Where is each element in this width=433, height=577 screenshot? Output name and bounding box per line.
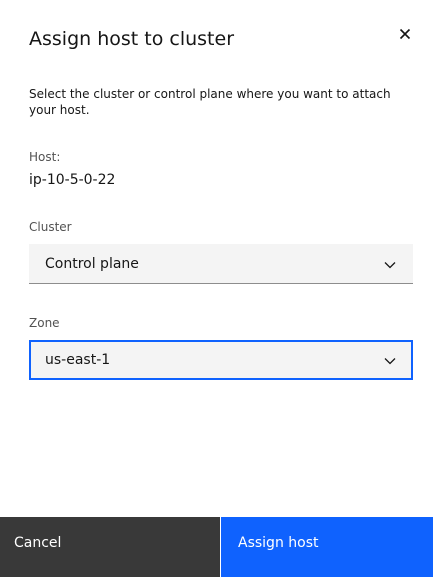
cluster-select[interactable]: Control plane (29, 244, 413, 284)
modal-description: Select the cluster or control plane wher… (29, 87, 391, 117)
assign-host-modal: Assign host to cluster Select the cluste… (0, 0, 433, 577)
close-button[interactable] (393, 22, 417, 46)
modal-title: Assign host to cluster (29, 28, 235, 50)
cancel-button[interactable]: Cancel (0, 517, 220, 577)
assign-host-button[interactable]: Assign host (220, 517, 433, 577)
zone-select[interactable]: us-east-1 (29, 340, 413, 380)
cluster-label: Cluster (29, 220, 72, 234)
close-icon (399, 28, 411, 40)
cluster-selected-value: Control plane (45, 256, 139, 272)
host-value: ip-10-5-0-22 (29, 172, 116, 188)
host-label: Host: (29, 150, 61, 164)
modal-footer: Cancel Assign host (0, 517, 433, 577)
zone-label: Zone (29, 316, 60, 330)
zone-selected-value: us-east-1 (45, 352, 111, 368)
chevron-down-icon (383, 257, 397, 271)
chevron-down-icon (383, 353, 397, 367)
